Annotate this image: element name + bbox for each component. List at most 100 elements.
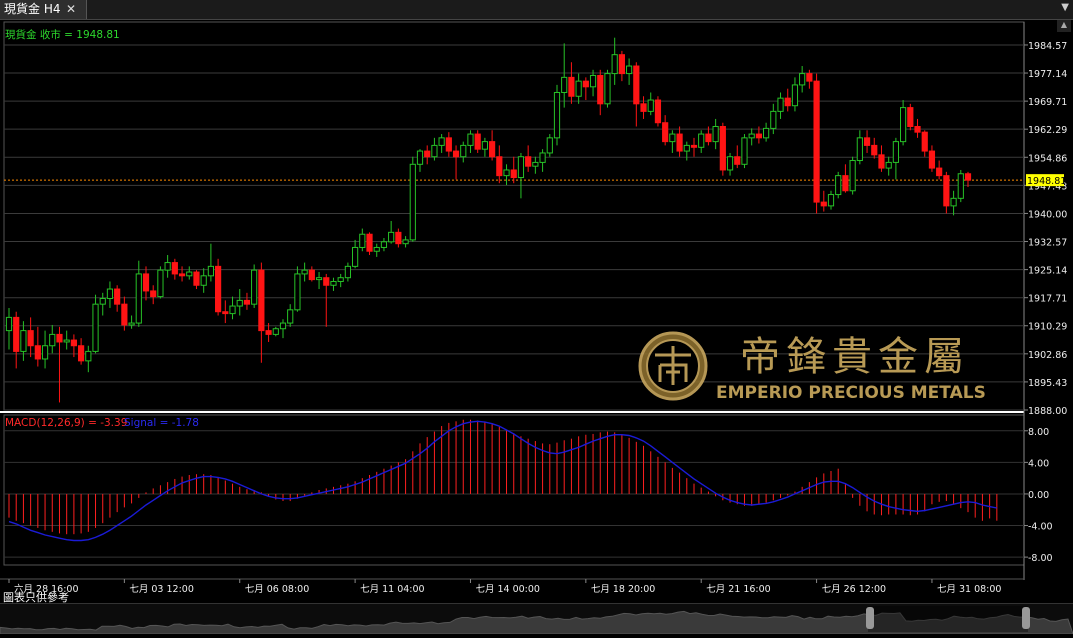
- price-tick-label: 1940.00: [1028, 209, 1067, 220]
- candle: [719, 122, 726, 176]
- candle: [366, 232, 373, 256]
- candle-body: [236, 299, 243, 307]
- candle-body: [85, 350, 92, 362]
- candle-body: [553, 91, 561, 139]
- time-tick-label: 七月 21 16:00: [706, 584, 771, 595]
- candle-body: [669, 133, 676, 143]
- candle-body: [726, 156, 734, 171]
- candle: [416, 149, 424, 172]
- candle-body: [279, 322, 287, 330]
- candle-body: [265, 330, 272, 335]
- candle: [186, 266, 193, 280]
- candle: [13, 311, 20, 369]
- candle-body: [784, 97, 791, 107]
- candle: [510, 156, 517, 184]
- tab-spot-gold-h4[interactable]: 現貨金 H4 ✕: [0, 0, 87, 19]
- tab-title: 現貨金 H4: [4, 2, 61, 16]
- candle-body: [871, 144, 878, 156]
- candle: [748, 128, 755, 146]
- candle-body: [63, 339, 70, 343]
- candle: [49, 324, 56, 354]
- candle: [20, 321, 27, 361]
- candle: [763, 122, 770, 142]
- candle-body: [950, 197, 957, 207]
- candle-body: [431, 144, 438, 158]
- chart-navigator[interactable]: [0, 603, 1073, 635]
- candle: [597, 69, 604, 116]
- candle-body: [41, 345, 49, 360]
- candle-body: [900, 107, 907, 143]
- candle-body: [157, 269, 164, 298]
- candle: [964, 171, 972, 187]
- candle: [207, 243, 214, 282]
- candle-body: [474, 133, 481, 150]
- candle: [690, 137, 698, 157]
- candle-body: [5, 316, 13, 332]
- candle: [561, 43, 568, 108]
- candle: [258, 262, 265, 363]
- candle-body: [409, 163, 416, 241]
- chevron-down-icon[interactable]: ▼: [1061, 2, 1069, 13]
- navigator-left-handle[interactable]: [866, 607, 874, 629]
- candle-body: [373, 246, 380, 252]
- candle-body: [690, 144, 698, 148]
- candle: [799, 66, 806, 93]
- candle-body: [734, 156, 741, 165]
- macd-tick-label: -8.00: [1028, 553, 1053, 564]
- chart-area: 帝鋒貴金屬 EMPERIO PRECIOUS METALS 1984.57 1977…: [0, 21, 1067, 595]
- candle: [460, 141, 467, 163]
- candle-body: [272, 328, 279, 335]
- close-icon[interactable]: ✕: [66, 0, 76, 19]
- candle: [164, 255, 171, 278]
- price-legend: 現貨金 收市 = 1948.81: [5, 28, 120, 41]
- candle-body: [99, 297, 106, 305]
- candle-body: [532, 161, 539, 167]
- candle-body: [849, 160, 856, 192]
- candle-body: [640, 103, 647, 112]
- time-tick-label: 七月 31 08:00: [937, 584, 1002, 595]
- candle-body: [589, 74, 597, 88]
- candle: [957, 169, 964, 203]
- signal-legend: Signal = -1.78: [124, 417, 199, 429]
- candle: [654, 96, 662, 127]
- candle: [892, 137, 899, 180]
- candle-body: [957, 173, 964, 199]
- candle-body: [777, 97, 784, 112]
- candle-body: [568, 76, 575, 97]
- candle-body: [366, 233, 373, 252]
- navigator-right-handle[interactable]: [1022, 607, 1030, 629]
- candle-body: [827, 194, 835, 207]
- candle: [236, 289, 243, 316]
- candle-body: [943, 175, 950, 207]
- time-tick-label: 七月 14 00:00: [475, 584, 540, 595]
- candle-body: [251, 269, 258, 305]
- candle: [352, 239, 359, 269]
- signal-line: [8, 420, 997, 542]
- candle-body: [921, 131, 928, 152]
- candle-body: [395, 231, 402, 245]
- candle: [936, 160, 943, 180]
- candle: [604, 69, 611, 108]
- candle-body: [835, 175, 842, 196]
- candle: [92, 294, 99, 354]
- candle: [928, 145, 936, 172]
- candle: [539, 149, 546, 172]
- candle-body: [402, 239, 409, 245]
- candle-body: [294, 273, 301, 311]
- candle: [330, 277, 337, 291]
- candle-body: [315, 277, 323, 281]
- candle: [943, 171, 950, 214]
- candle: [34, 326, 41, 367]
- candle: [229, 296, 236, 320]
- candle: [907, 103, 914, 131]
- candle-body: [719, 126, 726, 171]
- candle-body: [186, 271, 193, 277]
- candle-body: [683, 144, 690, 152]
- candle-body: [467, 133, 474, 146]
- candle: [344, 262, 351, 282]
- candle: [496, 145, 503, 184]
- candle-body: [561, 76, 568, 93]
- price-tick-label: 1910.29: [1028, 322, 1067, 333]
- candle: [243, 292, 251, 310]
- candle: [279, 319, 287, 339]
